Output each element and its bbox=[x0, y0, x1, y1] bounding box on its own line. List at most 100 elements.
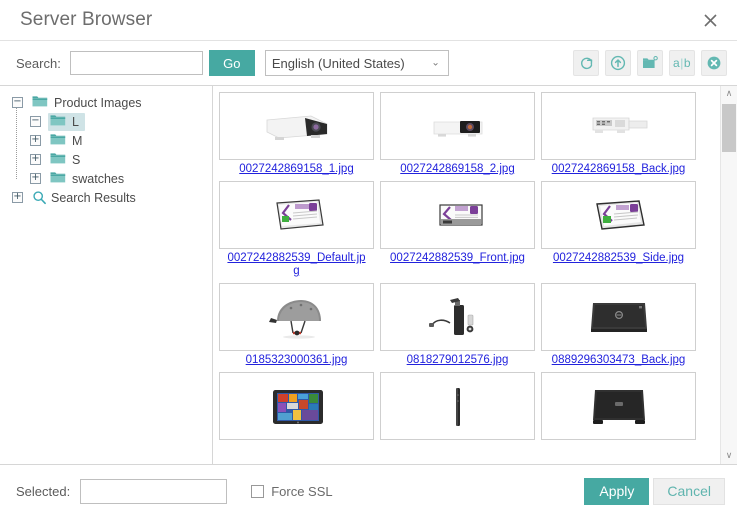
scroll-up-arrow-icon[interactable]: ∧ bbox=[721, 86, 737, 102]
search-icon bbox=[32, 190, 47, 205]
file-grid-pane: 0027242869158_1.jpg 0027242869158_2.jpg … bbox=[213, 86, 737, 464]
cancel-button[interactable]: Cancel bbox=[653, 477, 725, 505]
expander-s[interactable]: + bbox=[30, 154, 41, 165]
folder-icon bbox=[50, 133, 66, 149]
thumbnail[interactable] bbox=[541, 92, 696, 160]
file-item[interactable]: 0027242882539_Default.jpg bbox=[218, 181, 375, 278]
close-icon[interactable] bbox=[697, 7, 723, 33]
folder-icon bbox=[50, 114, 66, 130]
expander-glyph: − bbox=[31, 115, 40, 126]
file-item[interactable]: 0027242869158_1.jpg bbox=[218, 92, 375, 176]
ab-rename-icon: a|b bbox=[673, 57, 691, 69]
footer: Selected: Force SSL Apply Cancel bbox=[0, 465, 737, 517]
file-item[interactable]: 0185323000361.jpg bbox=[218, 283, 375, 367]
thumbnail[interactable] bbox=[219, 372, 374, 440]
file-item[interactable]: 0027242882539_Front.jpg bbox=[379, 181, 536, 278]
upload-button[interactable] bbox=[605, 50, 631, 76]
new-folder-icon bbox=[642, 56, 658, 70]
language-select[interactable]: English (United States) ⌄ bbox=[264, 50, 449, 76]
file-item[interactable]: 0889296303473_Back.jpg bbox=[540, 283, 697, 367]
refresh-icon bbox=[579, 56, 594, 71]
vertical-scrollbar[interactable]: ∧ ∨ bbox=[720, 86, 737, 464]
file-name-link[interactable]: 0027242869158_2.jpg bbox=[386, 163, 530, 176]
tree-node-m[interactable]: + M bbox=[12, 131, 212, 150]
new-folder-button[interactable] bbox=[637, 50, 663, 76]
tree-label-wrap-l[interactable]: L bbox=[48, 112, 85, 131]
expander-glyph: + bbox=[31, 153, 40, 164]
selected-input[interactable] bbox=[80, 478, 228, 504]
file-item[interactable]: 0818279012576.jpg bbox=[379, 283, 536, 367]
tree-label-wrap-search-results[interactable]: Search Results bbox=[30, 189, 142, 206]
tree-node-product-images[interactable]: − Product Images bbox=[12, 93, 212, 112]
tree-node-l[interactable]: − L bbox=[12, 112, 212, 131]
expander-swatches[interactable]: + bbox=[30, 173, 41, 184]
titlebar: Server Browser bbox=[0, 0, 737, 41]
file-item[interactable] bbox=[540, 372, 697, 443]
server-browser-dialog: Server Browser Search: Go English (Unite… bbox=[0, 0, 737, 517]
delete-button[interactable] bbox=[701, 50, 727, 76]
rename-button[interactable]: a|b bbox=[669, 50, 695, 76]
tree-label-wrap-swatches[interactable]: swatches bbox=[48, 170, 130, 188]
thumbnail[interactable] bbox=[541, 181, 696, 249]
tree-label-m: M bbox=[72, 133, 83, 148]
footer-actions: Apply Cancel bbox=[584, 477, 725, 505]
file-name-link[interactable]: 0027242882539_Side.jpg bbox=[547, 252, 691, 265]
thumbnail[interactable] bbox=[380, 372, 535, 440]
file-name-link[interactable]: 0027242869158_Back.jpg bbox=[547, 163, 691, 176]
selected-label: Selected: bbox=[16, 483, 71, 499]
folder-icon bbox=[50, 152, 66, 168]
file-item[interactable]: 0027242869158_Back.jpg bbox=[540, 92, 697, 176]
tree-label-wrap-m[interactable]: M bbox=[48, 132, 88, 150]
chevron-down-icon: ⌄ bbox=[431, 57, 440, 69]
thumbnail[interactable] bbox=[219, 283, 374, 351]
expander-glyph: + bbox=[13, 191, 22, 202]
page-title: Server Browser bbox=[20, 9, 153, 30]
scrollbar-thumb[interactable] bbox=[722, 104, 736, 152]
tree-node-search-results[interactable]: + Search Results bbox=[12, 188, 212, 207]
tree-label-l: L bbox=[72, 114, 79, 129]
toolbar: Search: Go English (United States) ⌄ a|b bbox=[0, 41, 737, 85]
tree-label-wrap-s[interactable]: S bbox=[48, 151, 86, 169]
tree-children: − L + M + S + swatches bbox=[12, 108, 212, 188]
language-select-value: English (United States) bbox=[271, 55, 405, 71]
file-name-link[interactable]: 0185323000361.jpg bbox=[225, 354, 369, 367]
force-ssl-checkbox[interactable]: Force SSL bbox=[251, 483, 333, 499]
thumbnail[interactable] bbox=[541, 372, 696, 440]
tree-node-swatches[interactable]: + swatches bbox=[12, 169, 212, 188]
tree-label-s: S bbox=[72, 152, 81, 167]
force-ssl-label: Force SSL bbox=[271, 483, 333, 499]
thumbnail[interactable] bbox=[219, 92, 374, 160]
apply-button[interactable]: Apply bbox=[584, 477, 650, 505]
file-name-link[interactable]: 0027242882539_Default.jpg bbox=[225, 252, 369, 278]
thumbnail[interactable] bbox=[541, 283, 696, 351]
file-name-link[interactable]: 0818279012576.jpg bbox=[386, 354, 530, 367]
thumbnail[interactable] bbox=[380, 181, 535, 249]
tree-label-wrap-product-images[interactable]: Product Images bbox=[30, 94, 148, 112]
body-area: − Product Images − L + M + S + swatches … bbox=[0, 85, 737, 465]
thumbnail[interactable] bbox=[380, 92, 535, 160]
file-item[interactable]: 0027242869158_2.jpg bbox=[379, 92, 536, 176]
tree-label-search-results: Search Results bbox=[51, 190, 136, 205]
expander-search-results[interactable]: + bbox=[12, 192, 23, 203]
expander-l[interactable]: − bbox=[30, 116, 41, 127]
expander-glyph: − bbox=[13, 96, 22, 107]
tree-node-s[interactable]: + S bbox=[12, 150, 212, 169]
go-button[interactable]: Go bbox=[208, 50, 255, 76]
file-name-link[interactable]: 0027242882539_Front.jpg bbox=[386, 252, 530, 265]
expander-glyph: + bbox=[31, 172, 40, 183]
thumbnail[interactable] bbox=[219, 181, 374, 249]
expander-product-images[interactable]: − bbox=[12, 97, 23, 108]
file-name-link[interactable]: 0027242869158_1.jpg bbox=[225, 163, 369, 176]
expander-m[interactable]: + bbox=[30, 135, 41, 146]
file-name-link[interactable]: 0889296303473_Back.jpg bbox=[547, 354, 691, 367]
search-input[interactable] bbox=[69, 51, 203, 75]
file-item[interactable] bbox=[379, 372, 536, 443]
file-item[interactable] bbox=[218, 372, 375, 443]
checkbox-box[interactable] bbox=[251, 484, 265, 498]
upload-circle-icon bbox=[610, 55, 626, 71]
thumbnail[interactable] bbox=[380, 283, 535, 351]
refresh-button[interactable] bbox=[573, 50, 599, 76]
scroll-down-arrow-icon[interactable]: ∨ bbox=[721, 448, 737, 464]
ab-rename-b: b bbox=[683, 56, 691, 70]
file-item[interactable]: 0027242882539_Side.jpg bbox=[540, 181, 697, 278]
